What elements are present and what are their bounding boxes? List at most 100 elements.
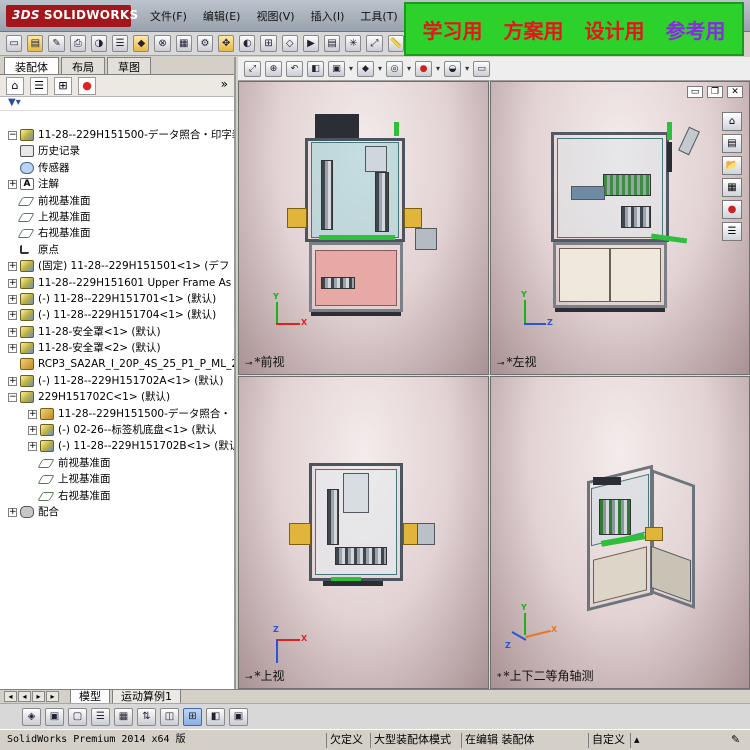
wireframe-icon[interactable]: ▢ bbox=[68, 707, 87, 726]
tree-node[interactable]: + (-) 02-26--标签机底盘<1> (默认 bbox=[0, 422, 234, 438]
collapse-icon[interactable]: − bbox=[8, 131, 17, 140]
tree-node[interactable]: +11-28--229H151601 Upper Frame As bbox=[0, 275, 234, 291]
tree-node[interactable]: +11-28--229H151500-データ照合・ bbox=[0, 406, 234, 422]
instant3d-icon[interactable]: ⤢ bbox=[366, 35, 383, 52]
print-icon[interactable]: ⎙ bbox=[69, 35, 86, 52]
next-tab-icon[interactable]: ▸ bbox=[32, 691, 45, 702]
tree-node[interactable]: + 配合 bbox=[0, 504, 234, 520]
layout-icon[interactable]: ◫ bbox=[160, 707, 179, 726]
chevron-down-icon[interactable]: ▾ bbox=[465, 64, 469, 73]
tree-node[interactable]: + (-) 11-28--229H151702A<1> (默认) bbox=[0, 373, 234, 389]
display-style-icon[interactable]: ◆ bbox=[357, 60, 375, 77]
tree-node[interactable]: 传感器 bbox=[0, 160, 234, 176]
tree-node[interactable]: 上视基准面 bbox=[0, 471, 234, 487]
tab-model[interactable]: 模型 bbox=[70, 690, 110, 704]
tree-node[interactable]: − 11-28--229H151500-データ照合・印字装 bbox=[0, 127, 234, 143]
mate-icon[interactable]: ⊗ bbox=[154, 35, 171, 52]
expand-icon[interactable]: + bbox=[28, 409, 37, 419]
expand-icon[interactable]: + bbox=[8, 180, 17, 190]
expand-icon[interactable]: + bbox=[28, 426, 37, 436]
new-motion-study-icon[interactable]: ▶ bbox=[302, 35, 320, 52]
section-view-icon[interactable]: ◧ bbox=[307, 60, 324, 77]
expand-icon[interactable]: + bbox=[8, 294, 17, 304]
appearances-icon[interactable]: ● bbox=[722, 200, 742, 219]
component-pattern-icon[interactable]: ▦ bbox=[175, 35, 192, 52]
menu-edit[interactable]: 编辑(E) bbox=[195, 8, 249, 24]
collapse-icon[interactable]: − bbox=[8, 393, 17, 403]
close-icon[interactable]: ✕ bbox=[727, 86, 743, 98]
two-view-icon[interactable]: ◧ bbox=[206, 707, 225, 726]
custom-properties-icon[interactable]: ☰ bbox=[722, 222, 742, 241]
zoom-to-fit-icon[interactable]: ⤢ bbox=[244, 60, 261, 77]
edit-appearance-icon[interactable]: ● bbox=[415, 60, 433, 77]
expand-icon[interactable]: + bbox=[8, 376, 17, 386]
show-hidden-icon[interactable]: ◐ bbox=[239, 35, 256, 52]
prev-tab-icon[interactable]: ◂ bbox=[18, 691, 31, 702]
zoom-area-icon[interactable]: ⊕ bbox=[265, 60, 282, 77]
view-settings-icon[interactable]: ▭ bbox=[473, 60, 491, 77]
design-library-icon[interactable]: ▤ bbox=[722, 134, 742, 153]
file-explorer-icon[interactable]: 📂 bbox=[722, 156, 742, 175]
tree-node[interactable]: − 229H151702C<1> (默认) bbox=[0, 389, 234, 405]
restore-icon[interactable]: ❐ bbox=[707, 86, 723, 98]
reference-geometry-icon[interactable]: ◇ bbox=[281, 35, 298, 52]
property-manager-icon[interactable]: ☰ bbox=[30, 76, 48, 95]
chevron-down-icon[interactable]: ▾ bbox=[349, 64, 353, 73]
tab-assembly[interactable]: 装配体 bbox=[4, 57, 59, 74]
menu-insert[interactable]: 插入(I) bbox=[303, 8, 353, 24]
tree-node[interactable]: + (固定) 11-28--229H151501<1> (デフ bbox=[0, 258, 234, 274]
units-dropdown-icon[interactable]: ▴ bbox=[630, 733, 640, 748]
last-tab-icon[interactable]: ▸ bbox=[46, 691, 59, 702]
tree-node[interactable]: 上视基准面 bbox=[0, 209, 234, 225]
bill-of-materials-icon[interactable]: ▤ bbox=[324, 35, 341, 52]
tree-node[interactable]: 右视基准面 bbox=[0, 225, 234, 241]
ruler-icon[interactable]: 📏 bbox=[387, 35, 404, 52]
previous-view-icon[interactable]: ↶ bbox=[286, 60, 303, 77]
tab-sketch[interactable]: 草图 bbox=[107, 57, 151, 74]
cube-icon[interactable]: ▣ bbox=[45, 707, 64, 726]
four-view-icon[interactable]: ⊞ bbox=[183, 707, 202, 726]
tree-node[interactable]: 前视基准面 bbox=[0, 193, 234, 209]
single-view-icon[interactable]: ▣ bbox=[229, 707, 248, 726]
assembly-features-icon[interactable]: ⊞ bbox=[260, 35, 277, 52]
expand-icon[interactable]: + bbox=[8, 344, 17, 354]
tree-node[interactable]: 右视基准面 bbox=[0, 488, 234, 504]
viewport-top[interactable]: Z X ⊸ *上视 bbox=[238, 376, 489, 689]
move-component-icon[interactable]: ✥ bbox=[218, 35, 235, 52]
viewport-front[interactable]: Y X ⊸ *前视 bbox=[238, 81, 489, 375]
solidworks-logo[interactable]: 3DS SOLIDWORKS bbox=[6, 5, 138, 27]
minimize-icon[interactable]: ▭ bbox=[687, 86, 703, 98]
tree-node[interactable]: + (-) 11-28--229H151701<1> (默认) bbox=[0, 291, 234, 307]
chevron-down-icon[interactable]: ▾ bbox=[436, 64, 440, 73]
expand-icon[interactable]: + bbox=[8, 311, 17, 321]
rebuild-icon[interactable]: ◑ bbox=[90, 35, 108, 52]
smart-fasteners-icon[interactable]: ⚙ bbox=[196, 35, 214, 52]
status-units[interactable]: 自定义 bbox=[588, 733, 625, 748]
tree-node[interactable]: +11-28-安全罩<2> (默认) bbox=[0, 340, 234, 356]
tree-node[interactable]: +11-28-安全罩<1> (默认) bbox=[0, 324, 234, 340]
tree-node[interactable]: 历史记录 bbox=[0, 143, 234, 159]
help-icon[interactable]: ✎ bbox=[728, 733, 740, 748]
filter-icon[interactable]: ▼▾ bbox=[0, 97, 234, 111]
display-manager-icon[interactable]: ● bbox=[78, 76, 96, 95]
hide-show-items-icon[interactable]: ◎ bbox=[386, 60, 404, 77]
view-orientation-icon[interactable]: ▣ bbox=[328, 60, 345, 77]
tree-node[interactable]: RCP3_SA2AR_I_20P_4S_25_P1_P_ML_20 bbox=[0, 356, 234, 372]
expand-chevron-icon[interactable]: » bbox=[221, 77, 228, 91]
feature-tree-icon[interactable]: ⌂ bbox=[6, 76, 24, 95]
expand-icon[interactable]: + bbox=[8, 262, 17, 272]
tab-layout[interactable]: 布局 bbox=[61, 57, 105, 74]
list-icon[interactable]: ☰ bbox=[91, 707, 110, 726]
menu-tools[interactable]: 工具(T) bbox=[352, 8, 405, 24]
tree-node[interactable]: 原点 bbox=[0, 242, 234, 258]
tree-node[interactable]: + (-) 11-28--229H151702B<1> (默认 bbox=[0, 438, 234, 454]
new-document-icon[interactable]: ▭ bbox=[6, 35, 23, 52]
menu-file[interactable]: 文件(F) bbox=[142, 8, 195, 24]
open-folder-icon[interactable]: ▤ bbox=[27, 35, 44, 52]
tab-motion-study[interactable]: 运动算例1 bbox=[112, 690, 181, 704]
configuration-manager-icon[interactable]: ⊞ bbox=[54, 76, 72, 95]
exploded-view-icon[interactable]: ✳ bbox=[345, 35, 362, 52]
options-icon[interactable]: ☰ bbox=[112, 35, 129, 52]
grid-icon[interactable]: ▦ bbox=[114, 707, 133, 726]
resources-icon[interactable]: ⌂ bbox=[722, 112, 742, 131]
